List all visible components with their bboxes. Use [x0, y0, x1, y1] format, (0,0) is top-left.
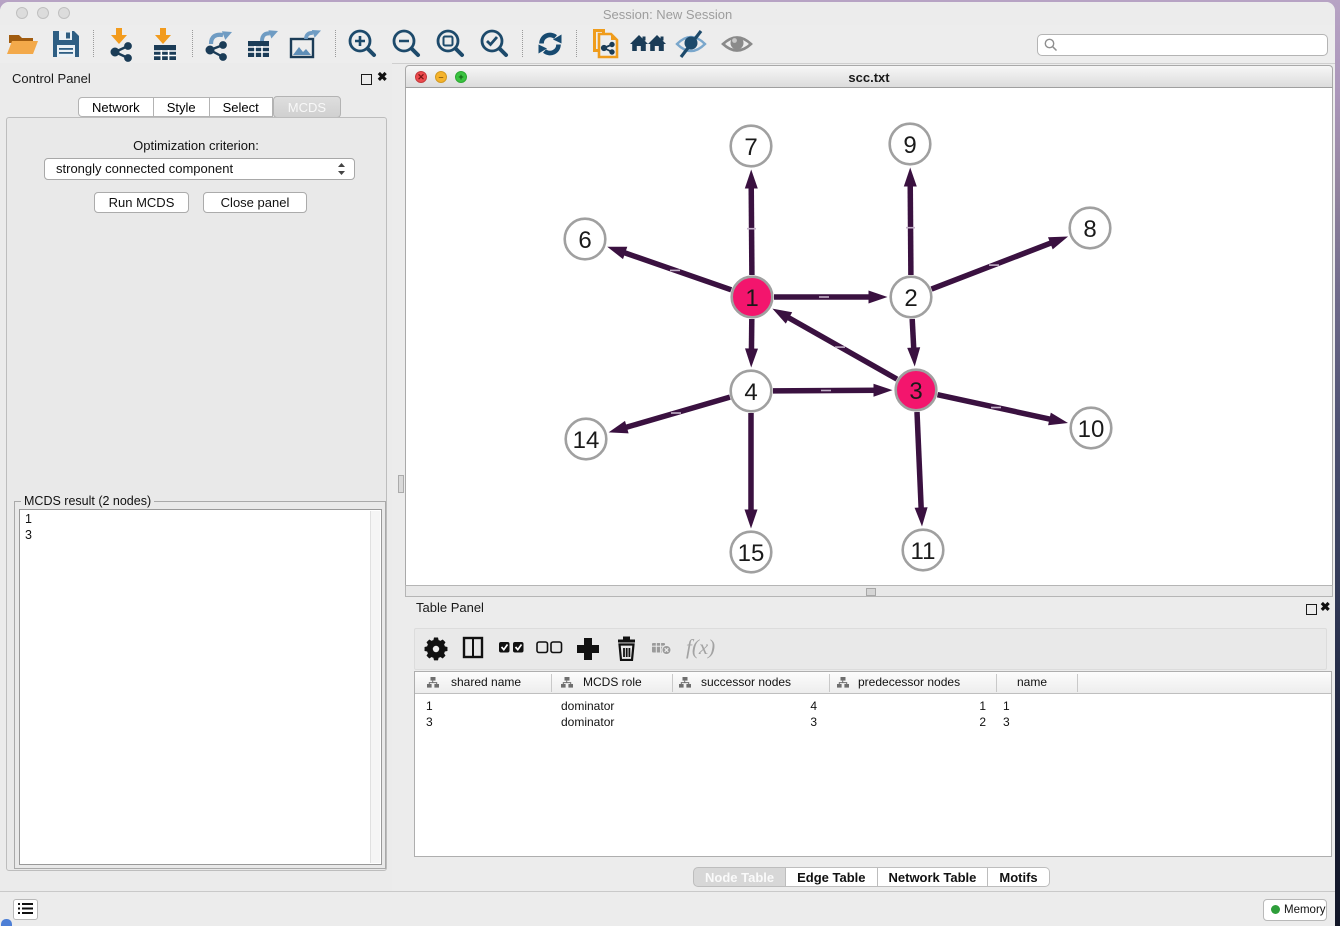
- svg-text:4: 4: [744, 379, 757, 406]
- svg-text:3: 3: [909, 378, 922, 405]
- svg-text:7: 7: [744, 134, 757, 161]
- svg-text:8: 8: [1083, 216, 1096, 243]
- svg-text:11: 11: [911, 538, 936, 565]
- svg-text:6: 6: [578, 227, 591, 254]
- svg-text:15: 15: [738, 540, 765, 567]
- svg-text:9: 9: [903, 132, 916, 159]
- svg-text:f(x): f(x): [686, 635, 715, 659]
- svg-text:10: 10: [1078, 416, 1105, 443]
- svg-text:1: 1: [745, 285, 758, 312]
- svg-text:2: 2: [904, 285, 917, 312]
- svg-text:14: 14: [573, 427, 600, 454]
